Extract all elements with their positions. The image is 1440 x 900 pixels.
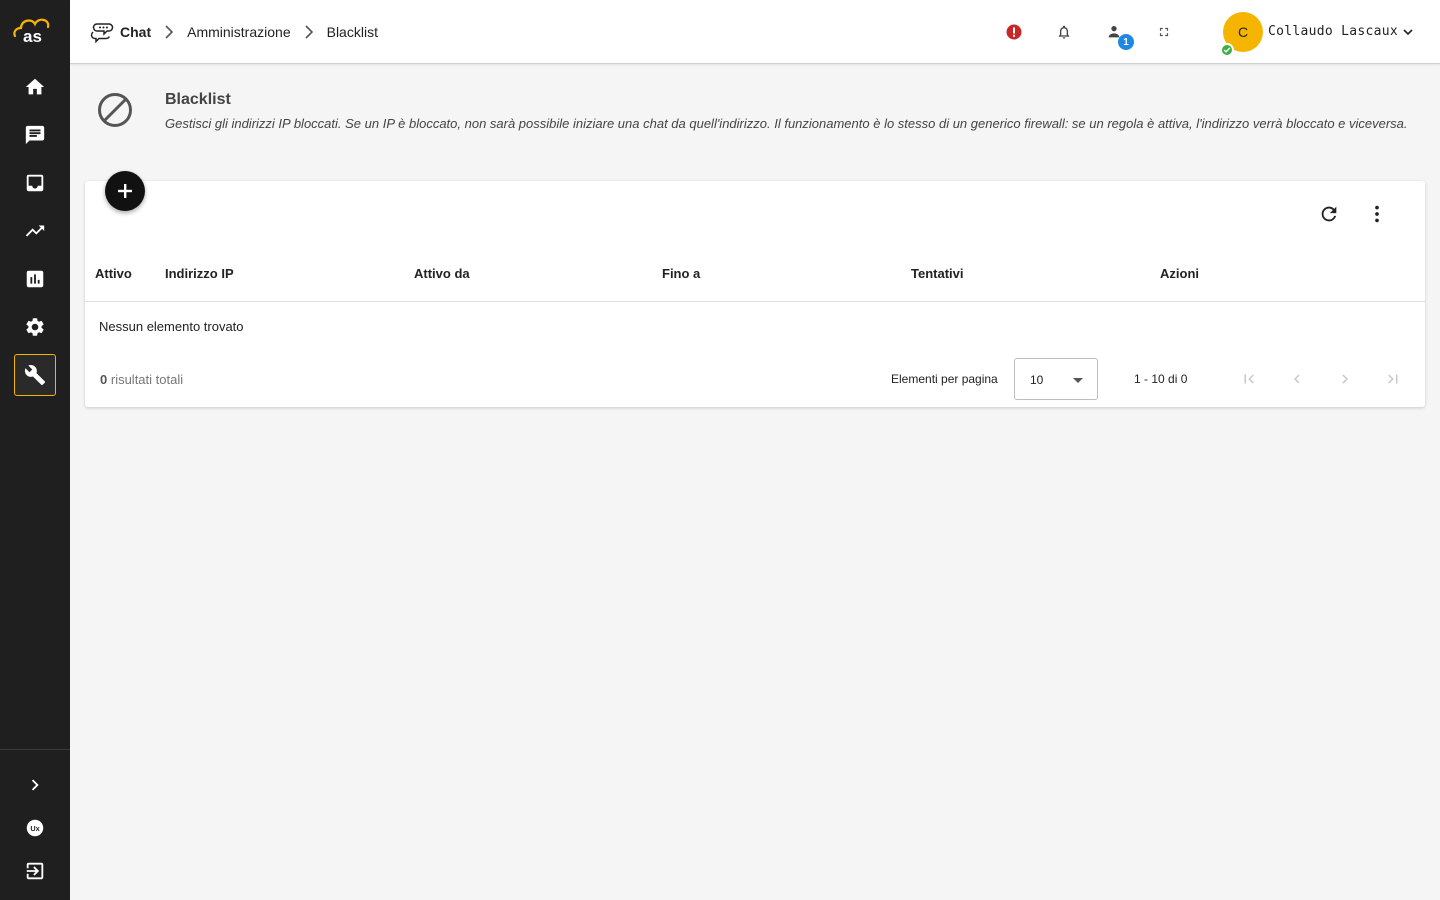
first-page-button[interactable] xyxy=(1238,368,1260,390)
ux-icon: Ux xyxy=(26,819,44,837)
sidebar-logout-button[interactable] xyxy=(14,850,56,892)
sidebar-ux-button[interactable]: Ux xyxy=(14,807,56,849)
last-page-icon xyxy=(1388,374,1398,384)
fullscreen-icon xyxy=(1159,27,1169,37)
breadcrumb-item-blacklist: Blacklist xyxy=(326,24,378,40)
chevron-right-icon xyxy=(305,25,313,39)
logout-icon xyxy=(26,862,44,880)
sidebar-item-reports[interactable] xyxy=(14,258,56,300)
page-title: Blacklist xyxy=(165,91,231,108)
home-icon xyxy=(25,78,45,95)
logo-text: as xyxy=(23,27,42,44)
more-vert-icon xyxy=(1375,205,1379,223)
sidebar: as Ux xyxy=(0,0,70,900)
column-header-indirizzo-ip[interactable]: Indirizzo IP xyxy=(165,266,234,281)
first-page-icon xyxy=(1244,374,1254,384)
total-label: risultati totali xyxy=(110,372,184,387)
wrench-icon xyxy=(24,365,46,386)
pagination-range: 1 - 10 di 0 xyxy=(1134,372,1188,386)
column-header-fino-a[interactable]: Fino a xyxy=(662,266,700,281)
cloud-logo-icon: as xyxy=(13,18,50,46)
column-header-azioni: Azioni xyxy=(1160,266,1199,281)
add-rule-button[interactable] xyxy=(105,171,145,211)
block-icon xyxy=(98,93,132,127)
breadcrumb-item-amministrazione[interactable]: Amministrazione xyxy=(187,24,290,40)
blacklist-card xyxy=(85,181,1425,407)
refresh-icon xyxy=(1321,206,1337,222)
per-page-label: Elementi per pagina xyxy=(891,372,998,386)
svg-text:Ux: Ux xyxy=(30,824,40,833)
breadcrumb: Chat Amministrazione Blacklist xyxy=(90,0,378,64)
breadcrumb-item-chat[interactable]: Chat xyxy=(120,24,151,40)
more-options-button[interactable] xyxy=(1365,202,1389,226)
per-page-select[interactable]: 10 xyxy=(1014,358,1098,400)
sidebar-item-inbox[interactable] xyxy=(14,162,56,204)
next-page-button[interactable] xyxy=(1334,368,1356,390)
sidebar-item-home[interactable] xyxy=(14,66,56,108)
online-count-badge: 1 xyxy=(1118,34,1134,50)
column-header-attivo-da[interactable]: Attivo da xyxy=(414,266,470,281)
table-header-divider xyxy=(85,301,1425,302)
alert-icon xyxy=(1006,24,1022,40)
notifications-button[interactable] xyxy=(1052,20,1076,44)
total-count: 0 xyxy=(100,372,108,387)
sidebar-item-trending[interactable] xyxy=(14,210,56,252)
chat-icon xyxy=(25,125,45,145)
app-logo[interactable]: as xyxy=(12,14,58,46)
empty-state-text: Nessun elemento trovato xyxy=(99,319,244,334)
last-page-button[interactable] xyxy=(1382,368,1404,390)
alert-button[interactable] xyxy=(1002,20,1026,44)
sidebar-expand-button[interactable] xyxy=(14,764,56,806)
per-page-value: 10 xyxy=(1030,373,1044,387)
user-name[interactable]: Collaudo Lascaux xyxy=(1268,24,1398,39)
fullscreen-button[interactable] xyxy=(1152,20,1176,44)
column-header-attivo[interactable]: Attivo xyxy=(95,266,132,281)
chevron-right-icon xyxy=(165,25,174,39)
status-online-icon xyxy=(1220,43,1234,57)
bar-chart-icon xyxy=(26,270,44,288)
page-description: Gestisci gli indirizzi IP bloccati. Se u… xyxy=(165,116,1408,131)
chevron-right-icon xyxy=(31,779,39,791)
total-results: 0 risultati totali xyxy=(100,372,183,387)
sidebar-divider xyxy=(0,749,70,750)
previous-page-button[interactable] xyxy=(1286,368,1308,390)
plus-icon xyxy=(118,184,132,198)
chevron-left-icon xyxy=(1294,374,1300,384)
chevron-right-icon xyxy=(1342,374,1348,384)
sidebar-item-settings[interactable] xyxy=(14,306,56,348)
inbox-icon xyxy=(26,174,44,192)
sidebar-item-tools[interactable] xyxy=(14,354,56,396)
trending-up-icon xyxy=(25,225,45,237)
column-header-tentativi[interactable]: Tentativi xyxy=(911,266,964,281)
chevron-down-icon[interactable] xyxy=(1402,27,1414,37)
chat-bubbles-icon xyxy=(90,23,114,43)
gear-icon xyxy=(26,318,44,336)
sidebar-item-chat[interactable] xyxy=(14,114,56,156)
caret-down-icon xyxy=(1073,378,1083,383)
refresh-button[interactable] xyxy=(1317,202,1341,226)
bell-icon xyxy=(1058,25,1070,39)
